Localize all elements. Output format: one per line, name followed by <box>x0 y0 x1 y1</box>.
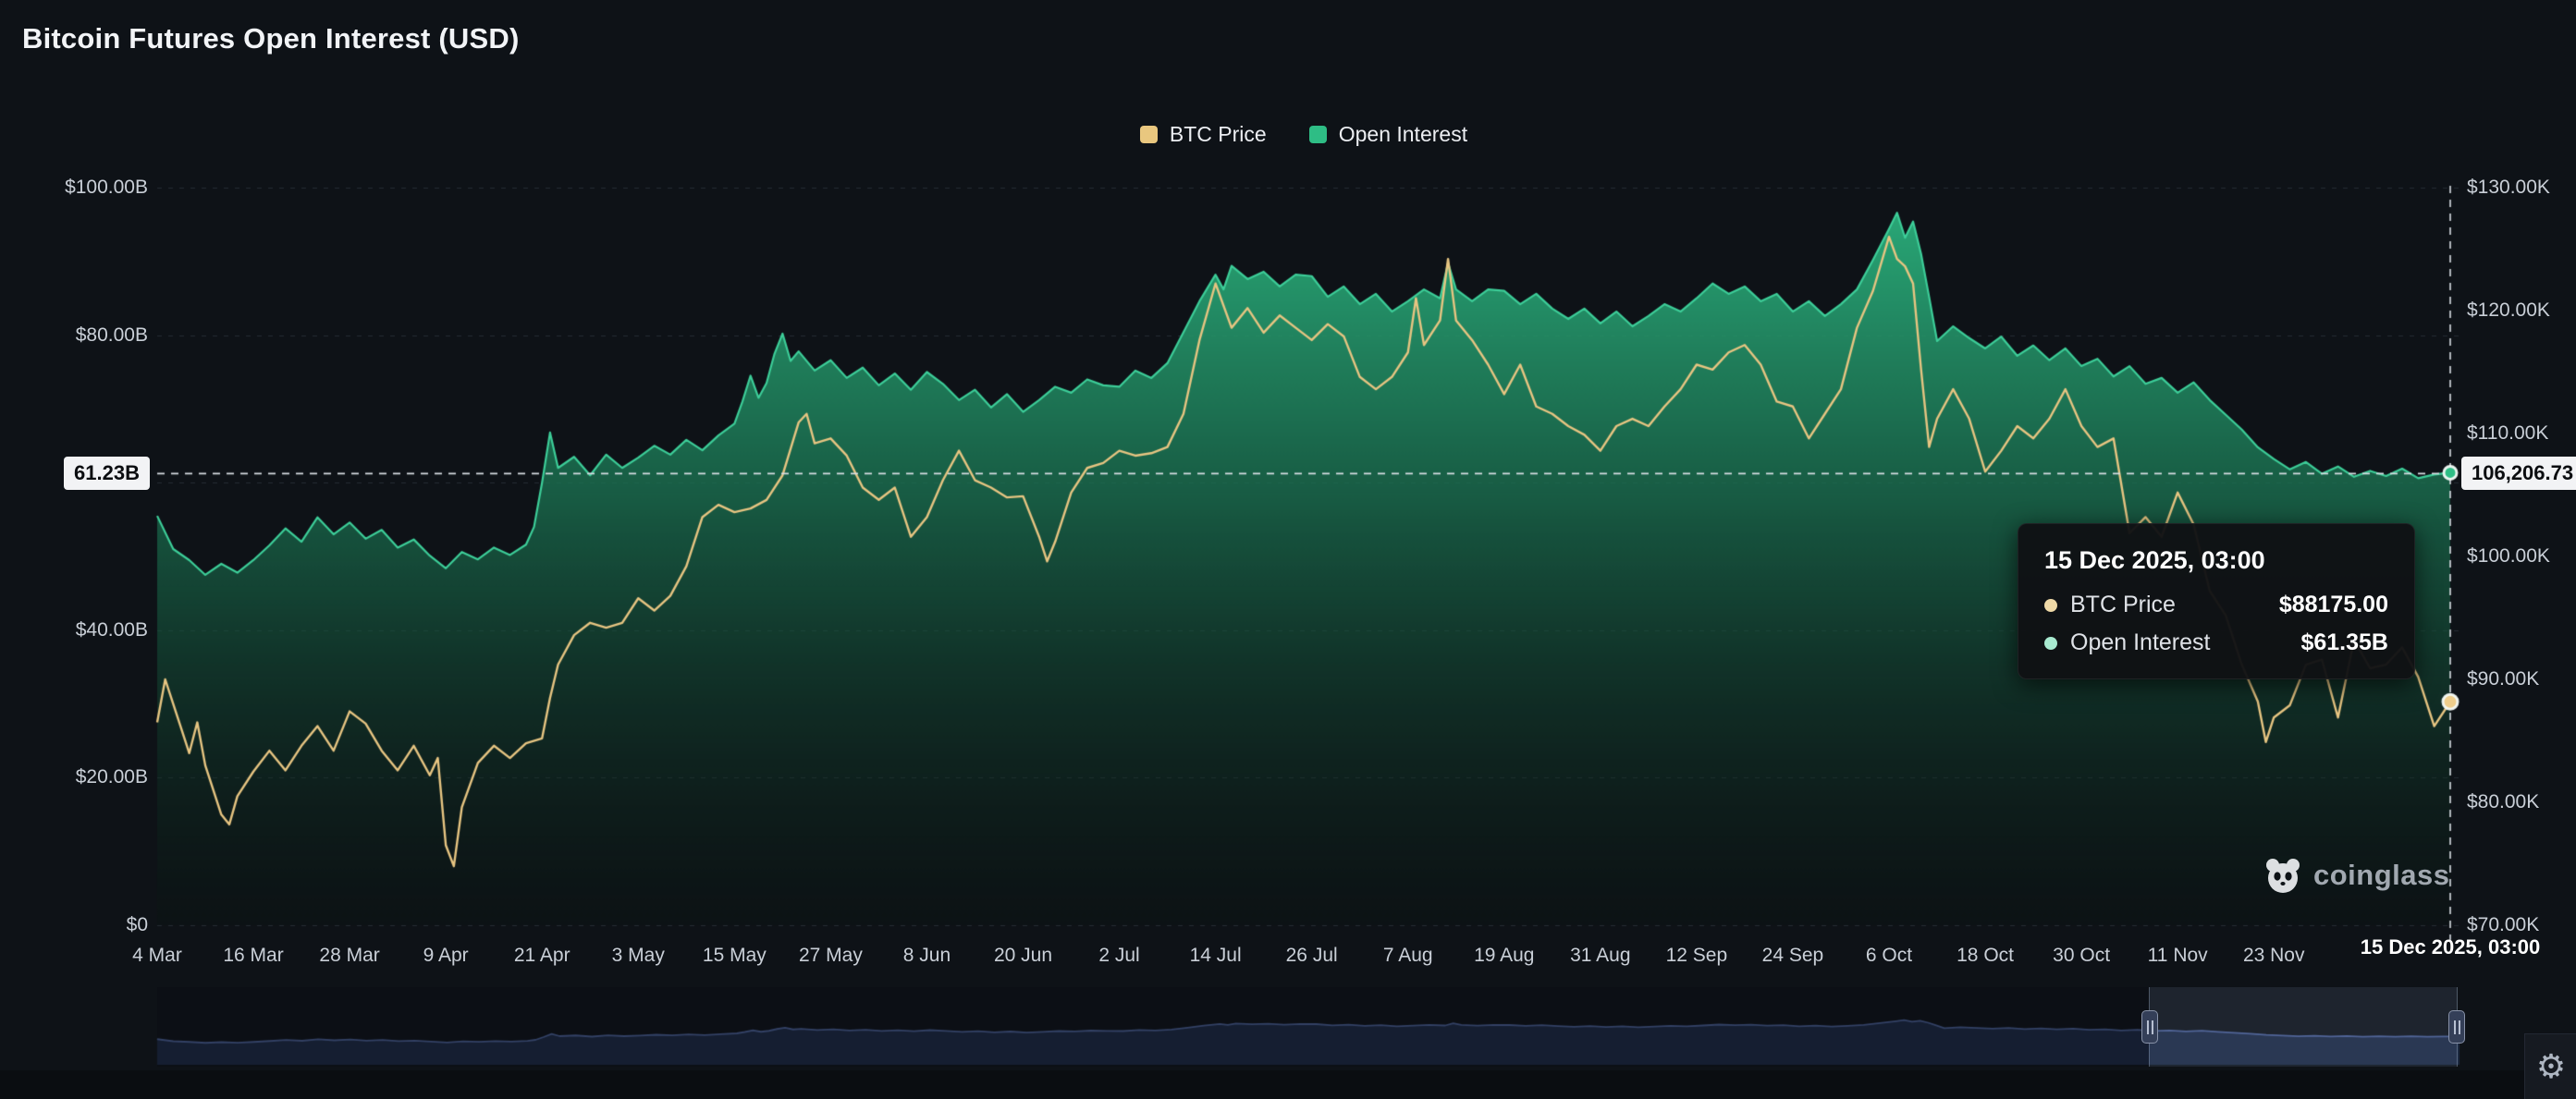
tooltip-row: Open Interest $61.35B <box>2044 629 2388 656</box>
x-axis-label: 16 Mar <box>223 945 283 967</box>
navigator-handle-left-icon[interactable] <box>2141 1010 2158 1044</box>
watermark-text: coinglass <box>2313 859 2450 892</box>
navigator-mask-left <box>157 987 2149 1067</box>
x-axis-label: 9 Apr <box>423 945 469 967</box>
x-axis-label: 20 Jun <box>994 945 1052 967</box>
coinglass-chart-page: Bitcoin Futures Open Interest (USD) BTC … <box>0 0 2576 1099</box>
tooltip-series-dot-icon <box>2044 637 2057 650</box>
tooltip: 15 Dec 2025, 03:00 BTC Price $88175.00 Ope… <box>2018 523 2415 679</box>
tooltip-row: BTC Price $88175.00 <box>2044 592 2388 618</box>
x-axis-label: 6 Oct <box>1866 945 1912 967</box>
tooltip-row-label: Open Interest <box>2070 629 2210 656</box>
x-axis-label: 3 May <box>612 945 665 967</box>
x-axis-label: 26 Jul <box>1286 945 1338 967</box>
crosshair-right-badge: 106,206.73 <box>2461 457 2576 490</box>
x-axis-label: 30 Oct <box>2053 945 2110 967</box>
x-axis-label: 7 Aug <box>1383 945 1433 967</box>
x-axis-label: 21 Apr <box>514 945 570 967</box>
coinglass-logo-icon <box>2262 854 2304 897</box>
crosshair-date-label: 15 Dec 2025, 03:00 <box>2361 935 2541 959</box>
x-axis-label: 8 Jun <box>903 945 951 967</box>
x-axis-label: 31 Aug <box>1570 945 1630 967</box>
tooltip-rows: BTC Price $88175.00 Open Interest $61.35B <box>2044 592 2388 656</box>
x-axis-label: 2 Jul <box>1098 945 1139 967</box>
tooltip-row-label: BTC Price <box>2070 592 2176 618</box>
tooltip-series-dot-icon <box>2044 599 2057 612</box>
tooltip-row-value: $88175.00 <box>2279 592 2388 618</box>
x-axis: 4 Mar 16 Mar 28 Mar 9 Apr 21 Apr 3 May 15 May 2… <box>0 0 2576 980</box>
x-axis-label: 28 Mar <box>319 945 379 967</box>
x-axis-label: 24 Sep <box>1762 945 1824 967</box>
x-axis-label: 15 May <box>703 945 767 967</box>
gear-icon: ⚙ <box>2536 1051 2566 1084</box>
tooltip-title: 15 Dec 2025, 03:00 <box>2044 546 2388 575</box>
crosshair-left-badge: 61.23B <box>64 457 150 490</box>
x-axis-label: 18 Oct <box>1957 945 2014 967</box>
x-axis-label: 19 Aug <box>1474 945 1534 967</box>
coinglass-watermark: coinglass <box>2262 854 2450 897</box>
x-axis-label: 4 Mar <box>132 945 182 967</box>
tooltip-row-value: $61.35B <box>2300 629 2388 656</box>
settings-button[interactable]: ⚙ <box>2524 1033 2576 1099</box>
navigator-selection[interactable] <box>2149 987 2458 1067</box>
x-axis-label: 27 May <box>799 945 863 967</box>
x-axis-label: 12 Sep <box>1666 945 1728 967</box>
x-axis-label: 11 Nov <box>2148 945 2208 967</box>
bottom-strip <box>0 1070 2576 1099</box>
x-axis-label: 23 Nov <box>2243 945 2305 967</box>
x-axis-label: 14 Jul <box>1190 945 1242 967</box>
navigator-handle-right-icon[interactable] <box>2448 1010 2465 1044</box>
